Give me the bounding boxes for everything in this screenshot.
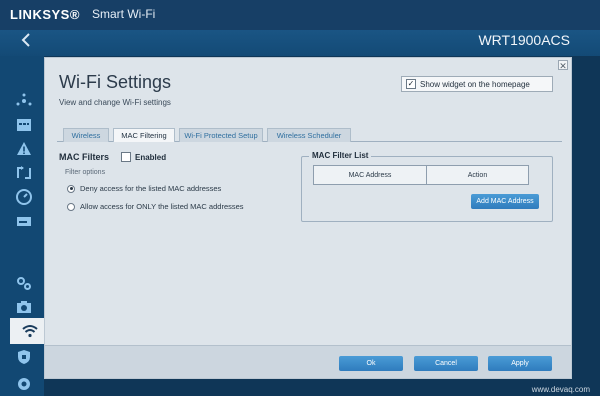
rail-item-network-map[interactable] — [6, 88, 42, 114]
enabled-label: Enabled — [135, 152, 167, 162]
page-subtitle: View and change Wi-Fi settings — [59, 98, 171, 107]
rail-item-parental-controls[interactable] — [6, 112, 42, 138]
rail-item-speed-test[interactable] — [6, 184, 42, 210]
back-button[interactable] — [16, 30, 36, 56]
rail-item-media-prioritization[interactable] — [6, 160, 42, 186]
page-title: Wi-Fi Settings — [59, 72, 172, 92]
radio-deny-access[interactable]: Deny access for the listed MAC addresses — [67, 184, 221, 193]
tab-mac-filtering[interactable]: MAC Filtering — [113, 128, 175, 142]
filter-options-label: Filter options — [65, 169, 106, 176]
router-icon — [18, 378, 30, 390]
model-prefix: WRT — [478, 32, 511, 48]
enabled-toggle[interactable]: Enabled — [121, 152, 166, 162]
camera-icon — [17, 301, 31, 313]
show-widget-checkbox[interactable]: ✓ — [406, 79, 416, 89]
show-widget-label: Show widget on the homepage — [420, 79, 530, 89]
enabled-checkbox[interactable] — [121, 152, 131, 162]
cancel-button[interactable]: Cancel — [414, 356, 478, 371]
tab-wireless-scheduler[interactable]: Wireless Scheduler — [267, 128, 351, 142]
radio-label: Allow access for ONLY the listed MAC add… — [80, 202, 244, 211]
rail-item-security[interactable] — [6, 344, 42, 370]
chevron-left-icon — [21, 33, 30, 47]
rail-item-troubleshooting[interactable] — [6, 136, 42, 162]
brand-logo: LINKSYS® — [10, 7, 80, 22]
mac-table-header: MAC Address Action — [313, 165, 529, 185]
tab-wireless[interactable]: Wireless — [63, 128, 109, 142]
radio-button[interactable] — [67, 184, 75, 193]
mac-filter-list-title: MAC Filter List — [309, 151, 372, 160]
wifi-icon — [22, 325, 38, 338]
apply-button[interactable]: Apply — [488, 356, 552, 371]
show-widget-toggle[interactable]: ✓ Show widget on the homepage — [401, 76, 553, 92]
top-bar: LINKSYS® Smart Wi-Fi — [0, 0, 600, 30]
mac-filters-title: MAC Filters — [59, 152, 110, 162]
rail-item-router-settings[interactable] — [6, 370, 42, 396]
ok-button[interactable]: Ok — [339, 356, 403, 371]
warning-icon — [17, 142, 31, 155]
rail-item-connectivity[interactable] — [6, 270, 42, 296]
radio-allow-only[interactable]: Allow access for ONLY the listed MAC add… — [67, 202, 244, 211]
gears-icon — [17, 277, 31, 290]
shield-icon — [18, 350, 30, 364]
app-subtitle: Smart Wi-Fi — [92, 7, 156, 21]
add-mac-address-button[interactable]: Add MAC Address — [471, 194, 539, 209]
calendar-icon — [17, 119, 31, 131]
watermark: www.devaq.com — [531, 385, 590, 394]
model-name: 1900ACS — [510, 32, 570, 48]
radio-label: Deny access for the listed MAC addresses — [80, 184, 222, 193]
settings-tabs: Wireless MAC Filtering Wi-Fi Protected S… — [57, 128, 562, 142]
wifi-settings-dialog: ✕ Wi-Fi Settings View and change Wi-Fi s… — [44, 57, 572, 379]
column-action: Action — [467, 171, 488, 179]
column-mac-address: MAC Address — [314, 166, 427, 184]
router-model: WRT1900ACS — [478, 32, 570, 48]
storage-icon — [17, 217, 31, 226]
radio-button[interactable] — [67, 202, 75, 211]
speedometer-icon — [16, 189, 32, 205]
rail-item-troubleshoot-camera[interactable] — [6, 294, 42, 320]
tab-wifi-protected-setup[interactable]: Wi-Fi Protected Setup — [179, 128, 263, 142]
prioritization-icon — [17, 166, 31, 179]
close-icon[interactable]: ✕ — [558, 60, 568, 71]
network-map-icon — [16, 93, 32, 106]
rail-item-external-storage[interactable] — [6, 208, 42, 234]
left-icon-rail — [0, 56, 50, 396]
